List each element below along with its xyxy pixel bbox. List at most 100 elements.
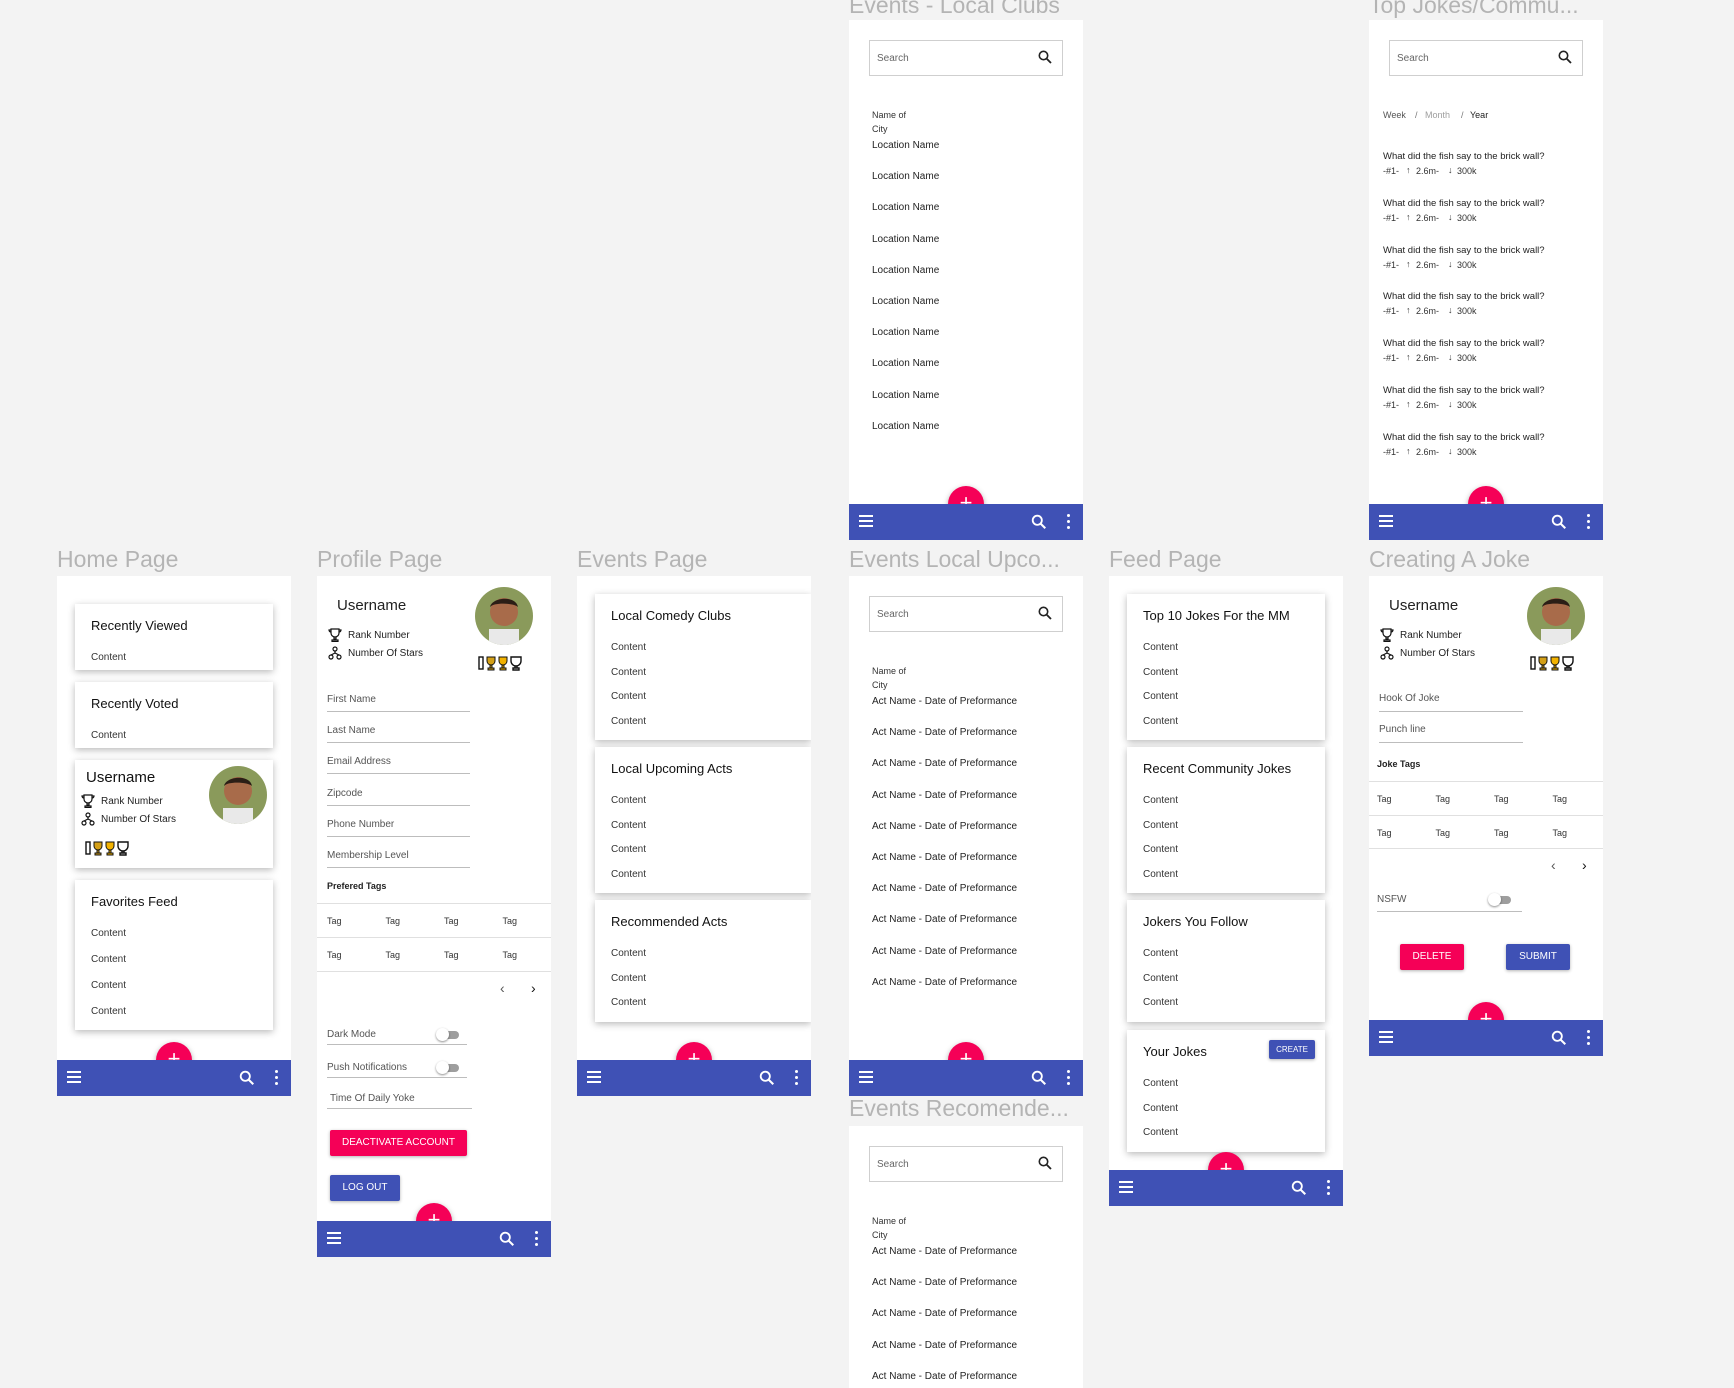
push-notifications-toggle[interactable] bbox=[436, 1061, 459, 1074]
filter-month[interactable]: Month bbox=[1425, 110, 1450, 120]
feed-section-card[interactable]: Jokers You Follow Content Content Content bbox=[1127, 900, 1325, 1022]
act-list-item[interactable]: Act Name - Date of Preformance bbox=[872, 758, 1017, 769]
user-profile-card[interactable]: Username Rank Number Number Of Stars bbox=[75, 760, 273, 868]
dark-mode-toggle[interactable] bbox=[436, 1028, 459, 1041]
menu-icon[interactable] bbox=[1119, 1181, 1133, 1195]
tag-chip[interactable]: Tag bbox=[1436, 794, 1451, 804]
search-input[interactable]: Search bbox=[869, 40, 1063, 76]
menu-icon[interactable] bbox=[587, 1071, 601, 1085]
hook-of-joke-field[interactable]: Hook Of Joke bbox=[1379, 693, 1440, 704]
punch-line-field[interactable]: Punch line bbox=[1379, 724, 1426, 735]
feed-section-card[interactable]: Recent Community Jokes Content Content Cont… bbox=[1127, 747, 1325, 893]
more-vert-icon[interactable] bbox=[1587, 514, 1591, 530]
nsfw-toggle[interactable] bbox=[1488, 893, 1511, 906]
menu-icon[interactable] bbox=[1379, 1031, 1393, 1045]
favorites-feed-card[interactable]: Favorites Feed Content Content Content C… bbox=[75, 880, 273, 1030]
tag-chip[interactable]: Tag bbox=[1494, 794, 1509, 804]
downvote-arrow-icon[interactable]: ↓ bbox=[1448, 399, 1453, 409]
upvote-arrow-icon[interactable]: ↑ bbox=[1406, 305, 1411, 315]
chevron-left-icon[interactable]: ‹ bbox=[1551, 857, 1556, 873]
avatar[interactable] bbox=[475, 587, 533, 645]
search-icon[interactable] bbox=[1291, 1180, 1307, 1196]
act-list-item[interactable]: Act Name - Date of Preformance bbox=[872, 1340, 1017, 1351]
tag-chip[interactable]: Tag bbox=[1494, 828, 1509, 838]
upvote-arrow-icon[interactable]: ↑ bbox=[1406, 165, 1411, 175]
chevron-right-icon[interactable]: › bbox=[531, 980, 536, 996]
joke-text[interactable]: What did the fish say to the brick wall? bbox=[1383, 245, 1545, 256]
act-list-item[interactable]: Act Name - Date of Preformance bbox=[872, 790, 1017, 801]
chevron-right-icon[interactable]: › bbox=[1582, 857, 1587, 873]
upvote-arrow-icon[interactable]: ↑ bbox=[1406, 399, 1411, 409]
profile-field[interactable]: Zipcode bbox=[327, 788, 363, 799]
log-out-button[interactable]: LOG OUT bbox=[330, 1175, 400, 1201]
joke-text[interactable]: What did the fish say to the brick wall? bbox=[1383, 291, 1545, 302]
tag-chip[interactable]: Tag bbox=[1377, 828, 1392, 838]
upvote-arrow-icon[interactable]: ↑ bbox=[1406, 212, 1411, 222]
location-list-item[interactable]: Location Name bbox=[872, 327, 939, 338]
tag-chip[interactable]: Tag bbox=[327, 950, 342, 960]
search-icon[interactable] bbox=[1031, 1070, 1047, 1086]
event-section-card[interactable]: Local Comedy Clubs Content Content Content C… bbox=[595, 594, 811, 740]
joke-text[interactable]: What did the fish say to the brick wall? bbox=[1383, 432, 1545, 443]
location-list-item[interactable]: Location Name bbox=[872, 234, 939, 245]
search-icon[interactable] bbox=[239, 1070, 255, 1086]
downvote-arrow-icon[interactable]: ↓ bbox=[1448, 165, 1453, 175]
menu-icon[interactable] bbox=[67, 1071, 81, 1085]
act-list-item[interactable]: Act Name - Date of Preformance bbox=[872, 914, 1017, 925]
downvote-arrow-icon[interactable]: ↓ bbox=[1448, 446, 1453, 456]
downvote-arrow-icon[interactable]: ↓ bbox=[1448, 352, 1453, 362]
more-vert-icon[interactable] bbox=[1587, 1030, 1591, 1046]
search-input[interactable]: Search bbox=[869, 596, 1063, 632]
tag-chip[interactable]: Tag bbox=[503, 950, 518, 960]
tag-chip[interactable]: Tag bbox=[1553, 828, 1568, 838]
downvote-arrow-icon[interactable]: ↓ bbox=[1448, 212, 1453, 222]
tag-chip[interactable]: Tag bbox=[1436, 828, 1451, 838]
avatar[interactable] bbox=[209, 766, 267, 824]
location-list-item[interactable]: Location Name bbox=[872, 171, 939, 182]
menu-icon[interactable] bbox=[859, 515, 873, 529]
act-list-item[interactable]: Act Name - Date of Preformance bbox=[872, 727, 1017, 738]
upvote-arrow-icon[interactable]: ↑ bbox=[1406, 446, 1411, 456]
joke-text[interactable]: What did the fish say to the brick wall? bbox=[1383, 338, 1545, 349]
more-vert-icon[interactable] bbox=[1327, 1180, 1331, 1196]
act-list-item[interactable]: Act Name - Date of Preformance bbox=[872, 1371, 1017, 1382]
profile-field[interactable]: Membership Level bbox=[327, 850, 409, 861]
downvote-arrow-icon[interactable]: ↓ bbox=[1448, 305, 1453, 315]
profile-field[interactable]: Last Name bbox=[327, 725, 375, 736]
more-vert-icon[interactable] bbox=[1067, 1070, 1071, 1086]
deactivate-account-button[interactable]: DEACTIVATE ACCOUNT bbox=[330, 1130, 467, 1156]
act-list-item[interactable]: Act Name - Date of Preformance bbox=[872, 852, 1017, 863]
joke-text[interactable]: What did the fish say to the brick wall? bbox=[1383, 151, 1545, 162]
location-list-item[interactable]: Location Name bbox=[872, 202, 939, 213]
event-section-card[interactable]: Local Upcoming Acts Content Content Content… bbox=[595, 747, 811, 893]
act-list-item[interactable]: Act Name - Date of Preformance bbox=[872, 883, 1017, 894]
more-vert-icon[interactable] bbox=[1067, 514, 1071, 530]
upvote-arrow-icon[interactable]: ↑ bbox=[1406, 259, 1411, 269]
profile-field[interactable]: First Name bbox=[327, 694, 376, 705]
daily-yoke-field[interactable]: Time Of Daily Yoke bbox=[330, 1093, 415, 1104]
act-list-item[interactable]: Act Name - Date of Preformance bbox=[872, 1246, 1017, 1257]
submit-button[interactable]: SUBMIT bbox=[1506, 944, 1570, 970]
search-input[interactable]: Search bbox=[869, 1146, 1063, 1182]
tag-chip[interactable]: Tag bbox=[386, 950, 401, 960]
search-icon[interactable] bbox=[1551, 514, 1567, 530]
chevron-left-icon[interactable]: ‹ bbox=[500, 980, 505, 996]
tag-chip[interactable]: Tag bbox=[1553, 794, 1568, 804]
feed-section-card[interactable]: Your Jokes Content Content Content CREATE bbox=[1127, 1030, 1325, 1152]
tag-chip[interactable]: Tag bbox=[444, 950, 459, 960]
more-vert-icon[interactable] bbox=[275, 1070, 279, 1086]
recently-viewed-card[interactable]: Recently Viewed Content bbox=[75, 604, 273, 670]
menu-icon[interactable] bbox=[859, 1071, 873, 1085]
location-list-item[interactable]: Location Name bbox=[872, 140, 939, 151]
delete-button[interactable]: DELETE bbox=[1400, 944, 1464, 970]
recently-voted-card[interactable]: Recently Voted Content bbox=[75, 682, 273, 748]
act-list-item[interactable]: Act Name - Date of Preformance bbox=[872, 696, 1017, 707]
search-input[interactable]: Search bbox=[1389, 40, 1583, 76]
location-list-item[interactable]: Location Name bbox=[872, 296, 939, 307]
act-list-item[interactable]: Act Name - Date of Preformance bbox=[872, 946, 1017, 957]
filter-week[interactable]: Week bbox=[1383, 110, 1406, 120]
feed-section-card[interactable]: Top 10 Jokes For the MM Content Content Con… bbox=[1127, 594, 1325, 740]
menu-icon[interactable] bbox=[327, 1232, 341, 1246]
location-list-item[interactable]: Location Name bbox=[872, 390, 939, 401]
tag-chip[interactable]: Tag bbox=[444, 916, 459, 926]
